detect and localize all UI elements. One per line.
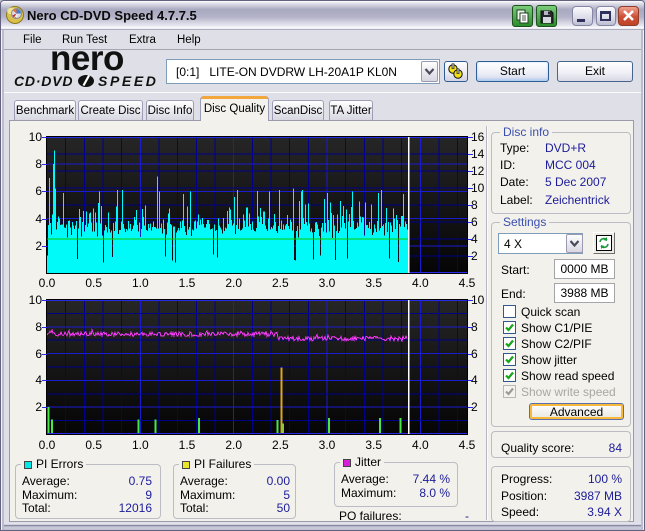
svg-text:SPEED: SPEED <box>98 75 158 89</box>
svg-text:CD·DVD: CD·DVD <box>14 75 73 89</box>
